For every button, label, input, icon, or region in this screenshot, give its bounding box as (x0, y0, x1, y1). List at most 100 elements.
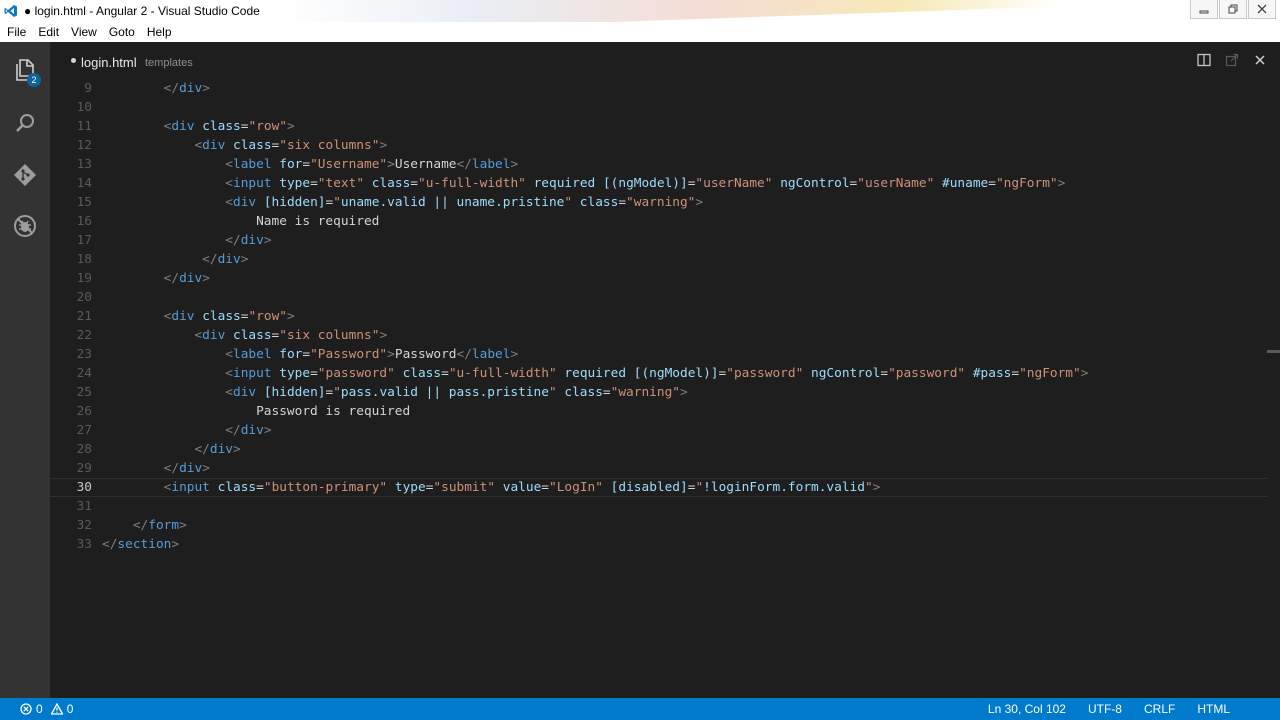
line-number: 15 (76, 195, 92, 210)
menu-help[interactable]: Help (142, 25, 177, 39)
activity-bar: 2 (0, 42, 50, 698)
code-line[interactable]: 19 </div> (50, 269, 1268, 288)
menu-file[interactable]: File (2, 25, 31, 39)
code-line[interactable]: 18 </div> (50, 250, 1268, 269)
window-controls (1189, 0, 1276, 19)
code-line[interactable]: 24 <input type="password" class="u-full-… (50, 364, 1268, 383)
code-line[interactable]: 21 <div class="row"> (50, 307, 1268, 326)
vscode-logo-icon (4, 4, 18, 18)
restore-button[interactable] (1219, 0, 1247, 19)
cursor-position[interactable]: Ln 30, Col 102 (988, 702, 1066, 716)
line-number: 26 (76, 404, 92, 419)
code-line[interactable]: 23 <label for="Password">Password</label… (50, 345, 1268, 364)
editor-area: login.html templates 9 </div> 10 11 <div c… (50, 42, 1280, 698)
code-line[interactable]: 27 </div> (50, 421, 1268, 440)
warning-count: 0 (66, 702, 74, 716)
error-icon (20, 703, 32, 715)
code-line-text: <div [hidden]="uname.valid || uname.pris… (225, 195, 704, 210)
code-line[interactable]: 13 <label for="Username">Username</label… (50, 155, 1268, 174)
code-line-text: <div [hidden]="pass.valid || pass.pristi… (225, 385, 688, 400)
code-line[interactable]: 15 <div [hidden]="uname.valid || uname.p… (50, 193, 1268, 212)
code-line[interactable]: 25 <div [hidden]="pass.valid || pass.pri… (50, 383, 1268, 402)
editor-tab[interactable]: login.html templates (50, 42, 1280, 78)
line-number: 27 (76, 423, 92, 438)
code-line[interactable]: 9 </div> (50, 79, 1268, 98)
eol-indicator[interactable]: CRLF (1144, 702, 1175, 716)
code-line-text: </div> (194, 442, 241, 457)
code-line-text: </section> (102, 537, 180, 552)
line-number: 29 (76, 461, 92, 476)
line-number: 21 (76, 309, 92, 324)
line-number: 32 (76, 518, 92, 533)
scrollbar-thumb[interactable] (1267, 350, 1280, 353)
code-line-text: </div> (202, 252, 249, 267)
line-number: 11 (76, 119, 92, 134)
line-number: 33 (76, 537, 92, 552)
code-line-text: </div> (225, 233, 272, 248)
code-line-text: <div class="row"> (163, 119, 295, 134)
code-line-text: </div> (163, 271, 210, 286)
code-line-current[interactable]: 30 <input class="button-primary" type="s… (50, 478, 1268, 497)
line-number: 24 (76, 366, 92, 381)
line-number: 30 (76, 480, 92, 495)
code-line-text: <div class="row"> (163, 309, 295, 324)
menu-goto[interactable]: Goto (104, 25, 140, 39)
code-line[interactable]: 31 (50, 497, 1268, 516)
menu-view[interactable]: View (66, 25, 102, 39)
title-bar: ● login.html - Angular 2 - Visual Studio… (0, 0, 1280, 22)
code-line-text: <label for="Password">Password</label> (225, 347, 519, 362)
status-bar: 0 0 Ln 30, Col 102 UTF-8 CRLF HTML (0, 698, 1280, 720)
code-line-text: <input type="password" class="u-full-wid… (225, 366, 1089, 381)
code-line[interactable]: 20 (50, 288, 1268, 307)
explorer-badge: 2 (27, 73, 41, 87)
tab-directory: templates (145, 57, 193, 69)
code-editor[interactable]: 9 </div> 10 11 <div class="row"> 12 <div cl… (50, 78, 1268, 698)
close-window-button[interactable] (1248, 0, 1276, 19)
code-line[interactable]: 28 </div> (50, 440, 1268, 459)
code-line-text: <div class="six columns"> (194, 328, 388, 343)
debug-icon[interactable] (13, 214, 37, 238)
split-editor-icon[interactable] (1196, 52, 1212, 68)
code-line[interactable]: 14 <input type="text" class="u-full-widt… (50, 174, 1268, 193)
line-number: 22 (76, 328, 92, 343)
code-line-text: Password is required (102, 404, 411, 419)
line-number: 16 (76, 214, 92, 229)
close-editor-icon[interactable] (1252, 52, 1268, 68)
code-line[interactable]: 17 </div> (50, 231, 1268, 250)
code-line-text: </div> (225, 423, 272, 438)
code-line-text: </form> (132, 518, 187, 533)
code-line[interactable]: 32 </form> (50, 516, 1268, 535)
error-count: 0 (36, 702, 43, 716)
line-number: 31 (76, 499, 92, 514)
code-line-text: <label for="Username">Username</label> (225, 157, 519, 172)
code-line-text: </div> (163, 81, 210, 96)
menu-edit[interactable]: Edit (33, 25, 64, 39)
git-icon[interactable] (13, 163, 37, 187)
code-line[interactable]: 22 <div class="six columns"> (50, 326, 1268, 345)
status-right: Ln 30, Col 102 UTF-8 CRLF HTML (988, 698, 1280, 720)
language-mode[interactable]: HTML (1197, 702, 1230, 716)
code-line-text: <input class="button-primary" type="subm… (163, 480, 881, 495)
code-line[interactable]: 26 Password is required (50, 402, 1268, 421)
open-preview-icon[interactable] (1224, 52, 1240, 68)
code-line[interactable]: 29 </div> (50, 459, 1268, 478)
code-line[interactable]: 33 </section> (50, 535, 1268, 554)
code-line[interactable]: 12 <div class="six columns"> (50, 136, 1268, 155)
line-number: 17 (76, 233, 92, 248)
line-number: 13 (76, 157, 92, 172)
search-icon[interactable] (13, 111, 37, 135)
line-number: 23 (76, 347, 92, 362)
code-line[interactable]: 16 Name is required (50, 212, 1268, 231)
encoding-indicator[interactable]: UTF-8 (1088, 702, 1122, 716)
line-number: 12 (76, 138, 92, 153)
code-line-text: Name is required (102, 214, 380, 229)
line-number: 18 (76, 252, 92, 267)
tab-filename[interactable]: login.html (81, 55, 137, 70)
minimize-button[interactable] (1190, 0, 1218, 19)
problems-summary[interactable]: 0 0 (20, 698, 73, 720)
line-number: 14 (76, 176, 92, 191)
code-line[interactable]: 10 (50, 98, 1268, 117)
unsaved-indicator-icon (71, 58, 76, 63)
code-line[interactable]: 11 <div class="row"> (50, 117, 1268, 136)
line-number: 19 (76, 271, 92, 286)
